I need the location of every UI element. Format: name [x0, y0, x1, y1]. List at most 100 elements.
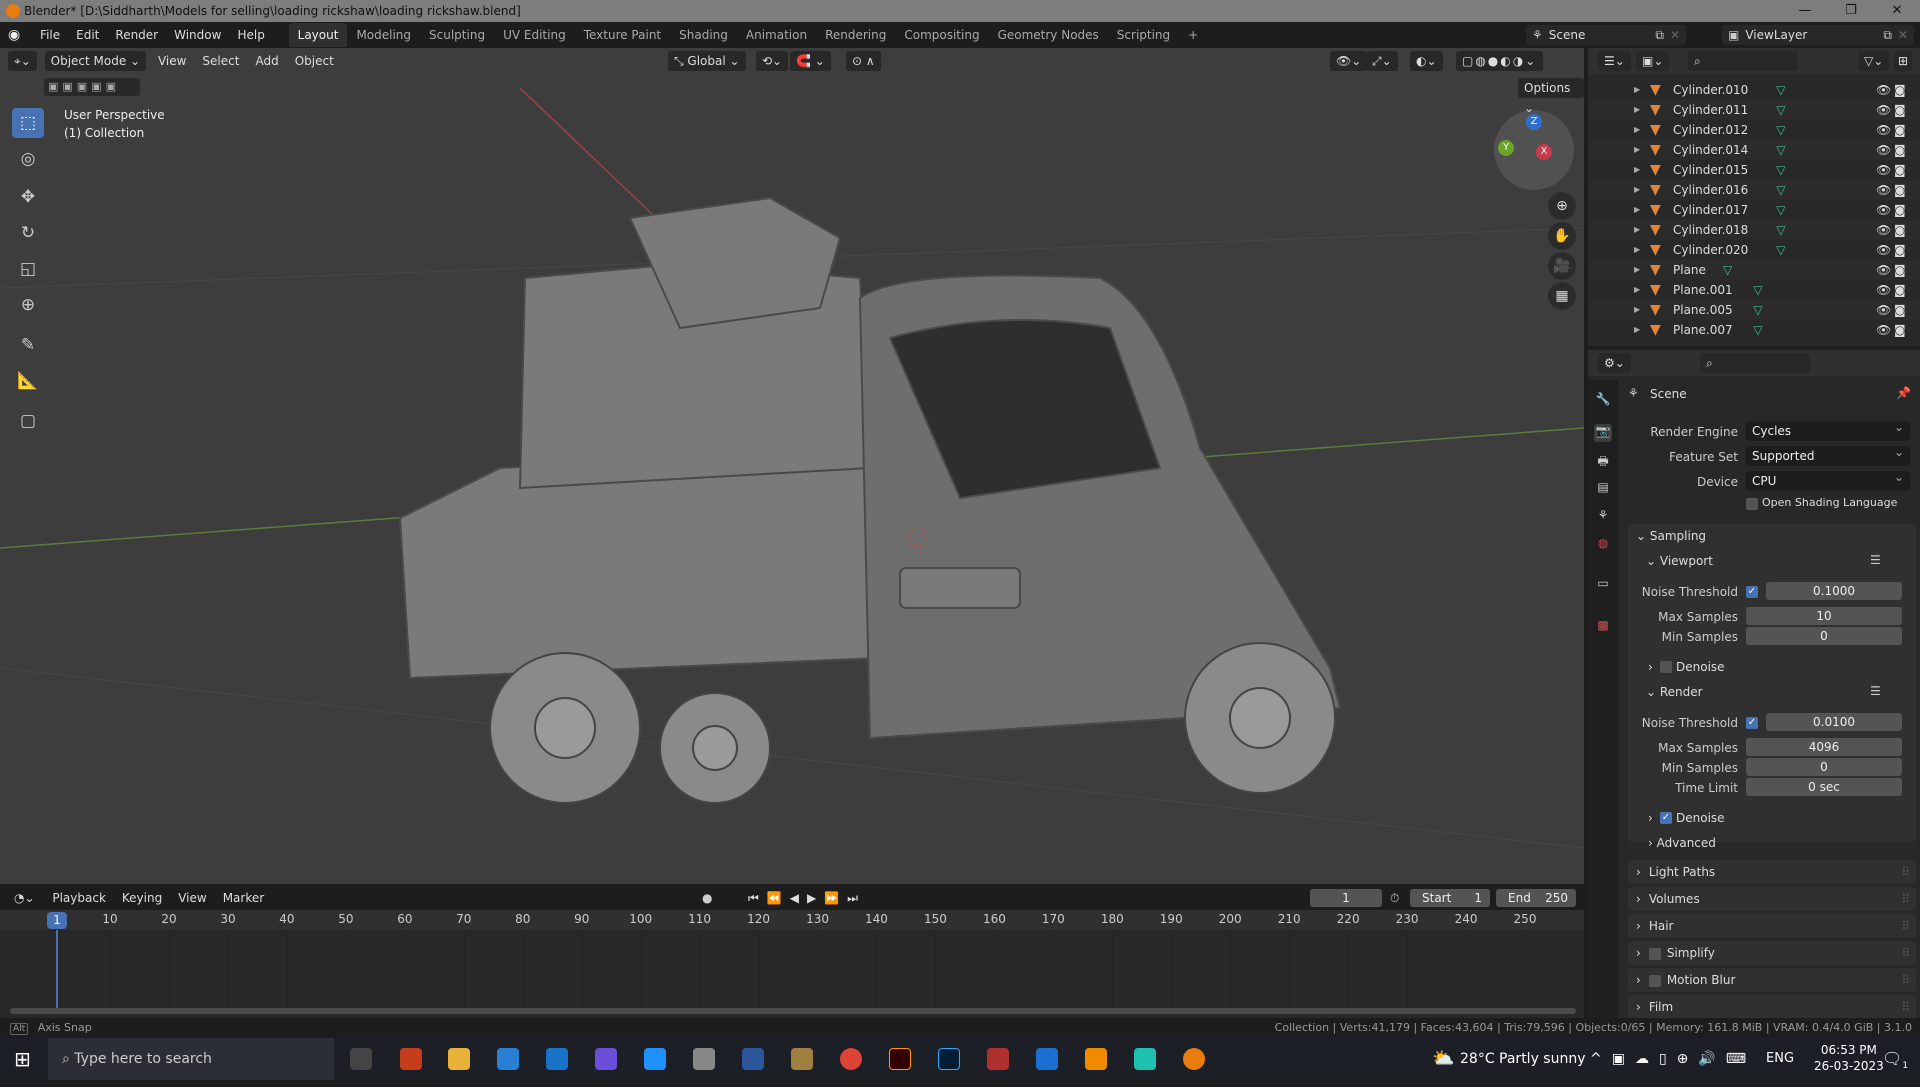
vp-noise-checkbox[interactable]: ✓ — [1746, 586, 1758, 598]
mesh-data-icon[interactable]: ▽ — [1776, 120, 1785, 140]
outliner-item[interactable]: ▶ ▼ Cylinder.020 ▽ 👁 ◙ — [1588, 240, 1920, 260]
app-icon[interactable] — [1134, 1048, 1156, 1070]
drag-handle-icon[interactable]: ⠿ — [1901, 887, 1910, 911]
menu-help[interactable]: Help — [229, 22, 272, 48]
gizmo-y[interactable]: Y — [1498, 140, 1514, 156]
outliner-item[interactable]: ▶ ▼ Cylinder.010 ▽ 👁 ◙ — [1588, 80, 1920, 100]
pin-icon[interactable]: 📌 — [1896, 386, 1911, 400]
overlay-toggle[interactable]: ◐⌄ — [1410, 51, 1443, 71]
minimize-button[interactable]: — — [1782, 0, 1828, 22]
task-view-icon[interactable] — [350, 1048, 372, 1070]
feature-set-dropdown[interactable]: Supported — [1746, 442, 1910, 466]
viewlayer-selector[interactable]: ▣ ViewLayer ⧉ ✕ — [1722, 25, 1914, 45]
app-icon[interactable] — [595, 1048, 617, 1070]
render-camera-icon[interactable]: ◙ — [1894, 200, 1906, 220]
shading-mode-buttons[interactable]: ▢◍●◐◑⌄ — [1456, 51, 1544, 71]
photoshop-icon[interactable] — [938, 1048, 960, 1070]
r-noise-field[interactable]: 0.0100 — [1766, 713, 1902, 731]
outliner-item[interactable]: ▶ ▼ Plane.005 ▽ 👁 ◙ — [1588, 300, 1920, 320]
render-camera-icon[interactable]: ◙ — [1894, 280, 1906, 300]
workspace-tab[interactable]: Compositing — [895, 23, 988, 47]
timeline-menu-playback[interactable]: Playback — [44, 886, 114, 910]
timeline-menu-view[interactable]: View — [170, 886, 214, 910]
render-camera-icon[interactable]: ◙ — [1894, 80, 1906, 100]
output-tab-icon[interactable]: 🖶 — [1594, 452, 1612, 470]
store-icon[interactable] — [546, 1048, 568, 1070]
app-icon[interactable] — [644, 1048, 666, 1070]
mesh-data-icon[interactable]: ▽ — [1753, 320, 1762, 340]
app-icon[interactable] — [1036, 1048, 1058, 1070]
visibility-eye-icon[interactable]: 👁 — [1876, 320, 1891, 340]
r-denoise-header[interactable]: › — [1648, 808, 1653, 828]
visibility-dropdown[interactable]: 👁⌄ — [1330, 51, 1368, 71]
mesh-data-icon[interactable]: ▽ — [1776, 200, 1785, 220]
expand-arrow-icon[interactable]: ▶ — [1634, 300, 1640, 320]
workspace-tab[interactable]: + — [1179, 23, 1207, 47]
annotate-tool-icon[interactable]: ✎ — [12, 330, 44, 360]
r-max-field[interactable]: 4096 — [1746, 738, 1902, 756]
outliner-item[interactable]: ▶ ▼ Plane.001 ▽ 👁 ◙ — [1588, 280, 1920, 300]
render-camera-icon[interactable]: ◙ — [1894, 320, 1906, 340]
word-icon[interactable] — [742, 1048, 764, 1070]
tool-tab-icon[interactable]: 🔧 — [1594, 392, 1612, 410]
viewport-menu-select[interactable]: Select — [194, 48, 247, 74]
drag-handle-icon[interactable]: ⠿ — [1901, 914, 1910, 938]
render-camera-icon[interactable]: ◙ — [1894, 220, 1906, 240]
menu-window[interactable]: Window — [166, 22, 229, 48]
outliner-item[interactable]: ▶ ▼ Cylinder.016 ▽ 👁 ◙ — [1588, 180, 1920, 200]
visibility-eye-icon[interactable]: 👁 — [1876, 180, 1891, 200]
presets-list-icon[interactable]: ☰ — [1870, 553, 1881, 567]
app-icon[interactable] — [987, 1048, 1009, 1070]
panel-motion-blur[interactable]: › Motion Blur ⠿ — [1628, 968, 1916, 992]
preview-range-icon[interactable]: ⏱ — [1390, 886, 1399, 910]
expand-arrow-icon[interactable]: ▶ — [1634, 320, 1640, 340]
panel-checkbox[interactable] — [1648, 974, 1661, 987]
timeline-editor-type[interactable]: ◔⌄ — [8, 888, 41, 908]
end-frame-field[interactable]: End 250 — [1496, 889, 1576, 907]
3d-viewport[interactable]: User Perspective (1) Collection ▣▣▣▣▣ ⬚ … — [0, 48, 1584, 884]
new-viewlayer-icon[interactable]: ⧉ — [1883, 25, 1892, 45]
pan-hand-icon[interactable]: ✋ — [1548, 222, 1576, 250]
viewport-menu-add[interactable]: Add — [247, 48, 286, 74]
viewport-subpanel-header[interactable]: ⌄ Viewport — [1646, 551, 1713, 571]
expand-arrow-icon[interactable]: ▶ — [1634, 100, 1640, 120]
mesh-data-icon[interactable]: ▽ — [1753, 300, 1762, 320]
expand-arrow-icon[interactable]: ▶ — [1634, 80, 1640, 100]
expand-arrow-icon[interactable]: ▶ — [1634, 200, 1640, 220]
panel-light-paths[interactable]: › Light Paths ⠿ — [1628, 860, 1916, 884]
collection-tab-icon[interactable]: ▭ — [1594, 576, 1612, 594]
visibility-eye-icon[interactable]: 👁 — [1876, 80, 1891, 100]
vp-noise-field[interactable]: 0.1000 — [1766, 582, 1902, 600]
illustrator-icon[interactable] — [889, 1048, 911, 1070]
mesh-data-icon[interactable]: ▽ — [1776, 180, 1785, 200]
panel-checkbox[interactable] — [1648, 947, 1661, 960]
chrome-icon[interactable] — [840, 1048, 862, 1070]
workspace-tab[interactable]: Layout — [288, 23, 348, 47]
advanced-header[interactable]: › Advanced — [1648, 833, 1716, 853]
expand-arrow-icon[interactable]: ▶ — [1634, 180, 1640, 200]
expand-arrow-icon[interactable]: ▶ — [1634, 240, 1640, 260]
expand-arrow-icon[interactable]: ▶ — [1634, 120, 1640, 140]
mesh-data-icon[interactable]: ▽ — [1776, 160, 1785, 180]
powerpoint-icon[interactable] — [400, 1048, 422, 1070]
render-camera-icon[interactable]: ◙ — [1894, 180, 1906, 200]
visibility-eye-icon[interactable]: 👁 — [1876, 260, 1891, 280]
workspace-tab[interactable]: Geometry Nodes — [989, 23, 1108, 47]
render-camera-icon[interactable]: ◙ — [1894, 140, 1906, 160]
menu-edit[interactable]: Edit — [68, 22, 107, 48]
properties-search[interactable]: ⌕ — [1700, 353, 1810, 373]
gizmo-x[interactable]: X — [1536, 144, 1552, 160]
options-dropdown[interactable]: Options ⌄ — [1518, 78, 1584, 115]
vp-min-field[interactable]: 0 — [1746, 627, 1902, 645]
new-collection-icon[interactable]: ⊞ — [1894, 51, 1913, 71]
new-scene-icon[interactable]: ⧉ — [1655, 25, 1664, 45]
gizmo-toggle[interactable]: ⤢⌄ — [1366, 51, 1398, 71]
app-icon[interactable] — [693, 1048, 715, 1070]
outliner-item[interactable]: ▶ ▼ Plane ▽ 👁 ◙ — [1588, 260, 1920, 280]
workspace-tab[interactable]: Rendering — [816, 23, 895, 47]
presets-list-icon[interactable]: ☰ — [1870, 684, 1881, 698]
blender-menu-icon[interactable]: ◉ — [0, 22, 28, 48]
frame-ruler[interactable]: 10 20 30 40 50 60 70 80 90 100 110 120 130 140 150 160 1… — [0, 910, 1584, 930]
render-camera-icon[interactable]: ◙ — [1894, 260, 1906, 280]
render-subpanel-header[interactable]: ⌄ Render — [1646, 682, 1703, 702]
